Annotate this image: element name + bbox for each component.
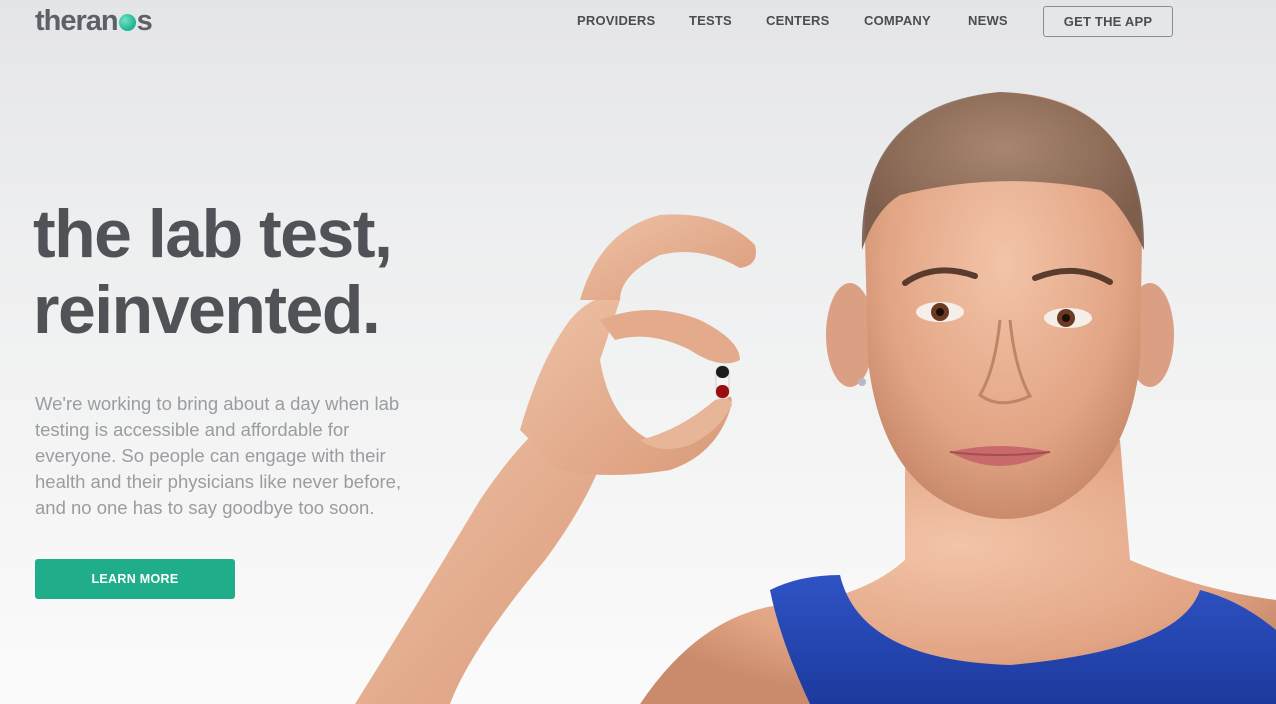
headline-line-1: the lab test, — [33, 196, 393, 272]
nav-tests[interactable]: TESTS — [689, 13, 732, 28]
nav-news[interactable]: NEWS — [968, 13, 1008, 28]
hero-description: We're working to bring about a day when … — [35, 393, 402, 518]
nav-company[interactable]: COMPANY — [864, 13, 931, 28]
hero-headline: the lab test, reinvented. — [33, 196, 393, 348]
hero-photo — [355, 92, 1276, 704]
get-the-app-button[interactable]: GET THE APP — [1043, 6, 1173, 37]
nav-centers[interactable]: CENTERS — [766, 13, 830, 28]
home-page: theran s PROVIDERS TESTS CENTERS COMPANY … — [0, 0, 1276, 704]
logo-dot-icon — [118, 14, 136, 31]
theranos-logo[interactable]: theran s — [35, 4, 153, 38]
headline-line-2: reinvented. — [33, 272, 381, 348]
learn-more-button[interactable]: LEARN MORE — [35, 559, 235, 599]
nav-providers[interactable]: PROVIDERS — [577, 13, 655, 28]
